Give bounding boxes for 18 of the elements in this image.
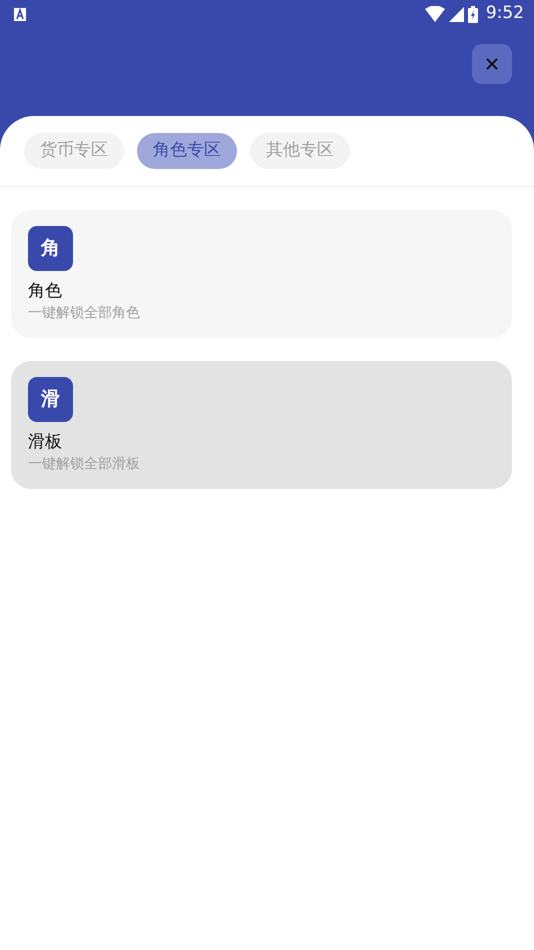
unlock-card[interactable]: 角 角色 一键解锁全部角色 [11,210,512,338]
category-tab[interactable]: 其他专区 [250,133,350,169]
item-description: 一键解锁全部角色 [28,304,140,323]
clock-time: 9:52 [486,2,524,26]
unlock-card[interactable]: 滑 滑板 一键解锁全部滑板 [11,361,512,489]
category-tab[interactable]: 角色专区 [137,133,237,169]
close-button[interactable] [472,44,512,84]
item-icon: 滑 [28,377,73,422]
notification-icon [14,8,26,20]
category-tab[interactable]: 货币专区 [24,133,124,169]
item-title: 滑板 [28,431,62,454]
battery-icon [468,6,478,22]
signal-icon [448,6,464,22]
wifi-icon [424,6,445,22]
item-title: 角色 [28,280,62,303]
item-description: 一键解锁全部滑板 [28,455,140,474]
item-icon: 角 [28,226,73,271]
close-icon [486,58,498,70]
